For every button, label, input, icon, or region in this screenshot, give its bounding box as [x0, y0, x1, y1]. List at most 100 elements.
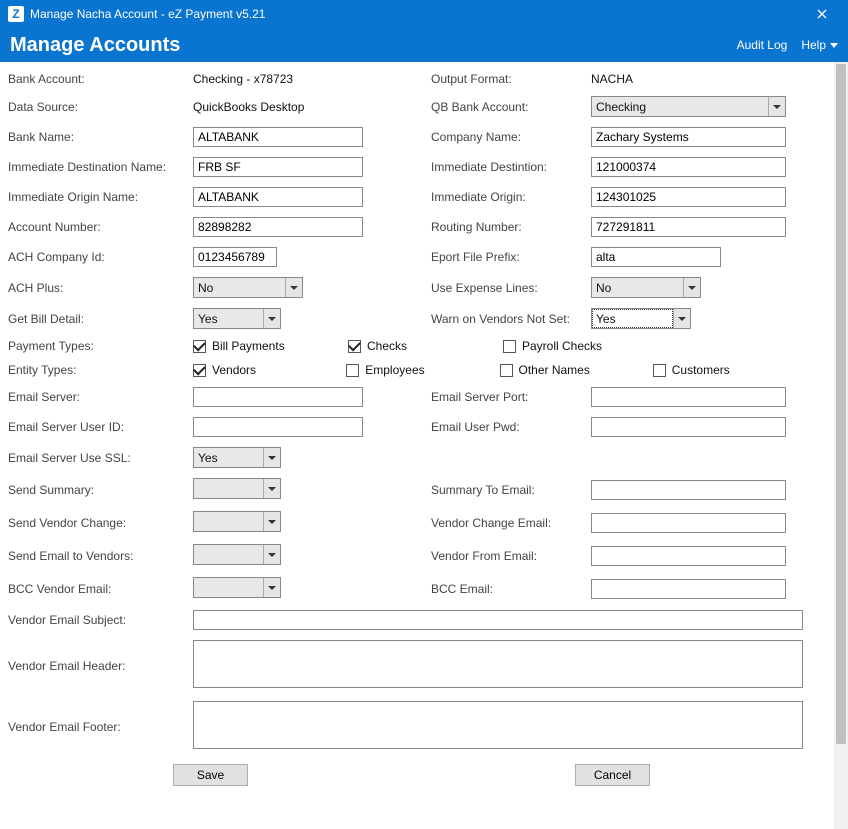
- send-summary-value: [194, 479, 263, 498]
- ach-plus-select[interactable]: No: [193, 277, 303, 298]
- audit-log-link[interactable]: Audit Log: [737, 38, 788, 52]
- warn-vendors-not-set-select[interactable]: Yes: [591, 308, 691, 329]
- close-button[interactable]: [804, 0, 840, 28]
- entity-types-group: Vendors Employees Other Names Customers: [193, 363, 806, 377]
- immediate-origin-name-input[interactable]: [193, 187, 363, 207]
- email-server-use-ssl-select[interactable]: Yes: [193, 447, 281, 468]
- checks-checkbox[interactable]: Checks: [348, 339, 503, 353]
- label-bcc-vendor-email: BCC Vendor Email:: [8, 582, 193, 596]
- label-ach-plus: ACH Plus:: [8, 281, 193, 295]
- send-summary-select[interactable]: [193, 478, 281, 499]
- label-send-summary: Send Summary:: [8, 483, 193, 497]
- vendor-email-subject-input[interactable]: [193, 610, 803, 630]
- app-icon: Z: [8, 6, 24, 22]
- vendor-from-email-input[interactable]: [591, 546, 786, 566]
- chevron-down-icon: [263, 545, 280, 564]
- routing-number-input[interactable]: [591, 217, 786, 237]
- payment-types-group: Bill Payments Checks Payroll Checks: [193, 339, 806, 353]
- use-expense-lines-select[interactable]: No: [591, 277, 701, 298]
- email-user-pwd-input[interactable]: [591, 417, 786, 437]
- send-email-to-vendors-select[interactable]: [193, 544, 281, 565]
- headerbar: Manage Accounts Audit Log Help: [0, 28, 848, 62]
- checkbox-icon: [348, 340, 361, 353]
- email-server-input[interactable]: [193, 387, 363, 407]
- qb-bank-account-value: Checking: [592, 97, 768, 116]
- label-warn-vendors-not-set: Warn on Vendors Not Set:: [431, 312, 591, 326]
- payroll-checks-checkbox[interactable]: Payroll Checks: [503, 339, 658, 353]
- label-vendor-email-subject: Vendor Email Subject:: [8, 613, 193, 627]
- label-immediate-origin: Immediate Origin:: [431, 190, 591, 204]
- customers-checkbox[interactable]: Customers: [653, 363, 806, 377]
- qb-bank-account-select[interactable]: Checking: [591, 96, 786, 117]
- cancel-button[interactable]: Cancel: [575, 764, 650, 786]
- label-email-server: Email Server:: [8, 390, 193, 404]
- use-expense-lines-value: No: [592, 278, 683, 297]
- label-vendor-email-header: Vendor Email Header:: [8, 659, 193, 673]
- label-entity-types: Entity Types:: [8, 363, 193, 377]
- label-export-file-prefix: Eport File Prefix:: [431, 250, 591, 264]
- ach-plus-value: No: [194, 278, 285, 297]
- header-links: Audit Log Help: [737, 38, 838, 52]
- summary-to-email-input[interactable]: [591, 480, 786, 500]
- account-number-input[interactable]: [193, 217, 363, 237]
- label-bank-account: Bank Account:: [8, 72, 193, 86]
- label-routing-number: Routing Number:: [431, 220, 591, 234]
- label-company-name: Company Name:: [431, 130, 591, 144]
- send-vendor-change-select[interactable]: [193, 511, 281, 532]
- vendor-change-email-input[interactable]: [591, 513, 786, 533]
- bcc-vendor-email-select[interactable]: [193, 577, 281, 598]
- label-immediate-origin-name: Immediate Origin Name:: [8, 190, 193, 204]
- value-bank-account: Checking - x78723: [193, 72, 403, 86]
- chevron-down-icon: [683, 278, 700, 297]
- vendor-email-header-textarea[interactable]: [193, 640, 803, 688]
- chevron-down-icon: [768, 97, 785, 116]
- company-name-input[interactable]: [591, 127, 786, 147]
- vendors-label: Vendors: [212, 363, 256, 377]
- label-output-format: Output Format:: [431, 72, 591, 86]
- save-button[interactable]: Save: [173, 764, 248, 786]
- help-menu[interactable]: Help: [801, 38, 838, 52]
- export-file-prefix-input[interactable]: [591, 247, 721, 267]
- employees-checkbox[interactable]: Employees: [346, 363, 499, 377]
- ach-company-id-input[interactable]: [193, 247, 277, 267]
- email-server-port-input[interactable]: [591, 387, 786, 407]
- titlebar: Z Manage Nacha Account - eZ Payment v5.2…: [0, 0, 848, 28]
- value-data-source: QuickBooks Desktop: [193, 100, 403, 114]
- window-title: Manage Nacha Account - eZ Payment v5.21: [30, 7, 804, 21]
- chevron-down-icon: [263, 578, 280, 597]
- label-email-server-user-id: Email Server User ID:: [8, 420, 193, 434]
- vendors-checkbox[interactable]: Vendors: [193, 363, 346, 377]
- vendor-email-footer-textarea[interactable]: [193, 701, 803, 749]
- customers-label: Customers: [672, 363, 730, 377]
- label-summary-to-email: Summary To Email:: [431, 483, 591, 497]
- label-immediate-dest-name: Immediate Destination Name:: [8, 160, 193, 174]
- bcc-email-input[interactable]: [591, 579, 786, 599]
- chevron-down-icon: [263, 512, 280, 531]
- checkbox-icon: [346, 364, 359, 377]
- page-title: Manage Accounts: [10, 34, 737, 57]
- immediate-dest-name-input[interactable]: [193, 157, 363, 177]
- scrollbar[interactable]: [834, 62, 848, 829]
- label-email-server-port: Email Server Port:: [431, 390, 591, 404]
- bill-payments-label: Bill Payments: [212, 339, 285, 353]
- label-immediate-destination: Immediate Destintion:: [431, 160, 591, 174]
- warn-vendors-not-set-value: Yes: [592, 309, 673, 328]
- bill-payments-checkbox[interactable]: Bill Payments: [193, 339, 348, 353]
- other-names-checkbox[interactable]: Other Names: [500, 363, 653, 377]
- label-account-number: Account Number:: [8, 220, 193, 234]
- label-ach-company-id: ACH Company Id:: [8, 250, 193, 264]
- checkbox-icon: [193, 364, 206, 377]
- immediate-destination-input[interactable]: [591, 157, 786, 177]
- chevron-down-icon: [263, 479, 280, 498]
- value-output-format: NACHA: [591, 72, 806, 86]
- bank-name-input[interactable]: [193, 127, 363, 147]
- immediate-origin-input[interactable]: [591, 187, 786, 207]
- checks-label: Checks: [367, 339, 407, 353]
- checkbox-icon: [653, 364, 666, 377]
- email-server-user-id-input[interactable]: [193, 417, 363, 437]
- chevron-down-icon: [830, 43, 838, 48]
- checkbox-icon: [193, 340, 206, 353]
- scrollbar-thumb[interactable]: [836, 64, 846, 744]
- help-label: Help: [801, 38, 826, 52]
- get-bill-detail-select[interactable]: Yes: [193, 308, 281, 329]
